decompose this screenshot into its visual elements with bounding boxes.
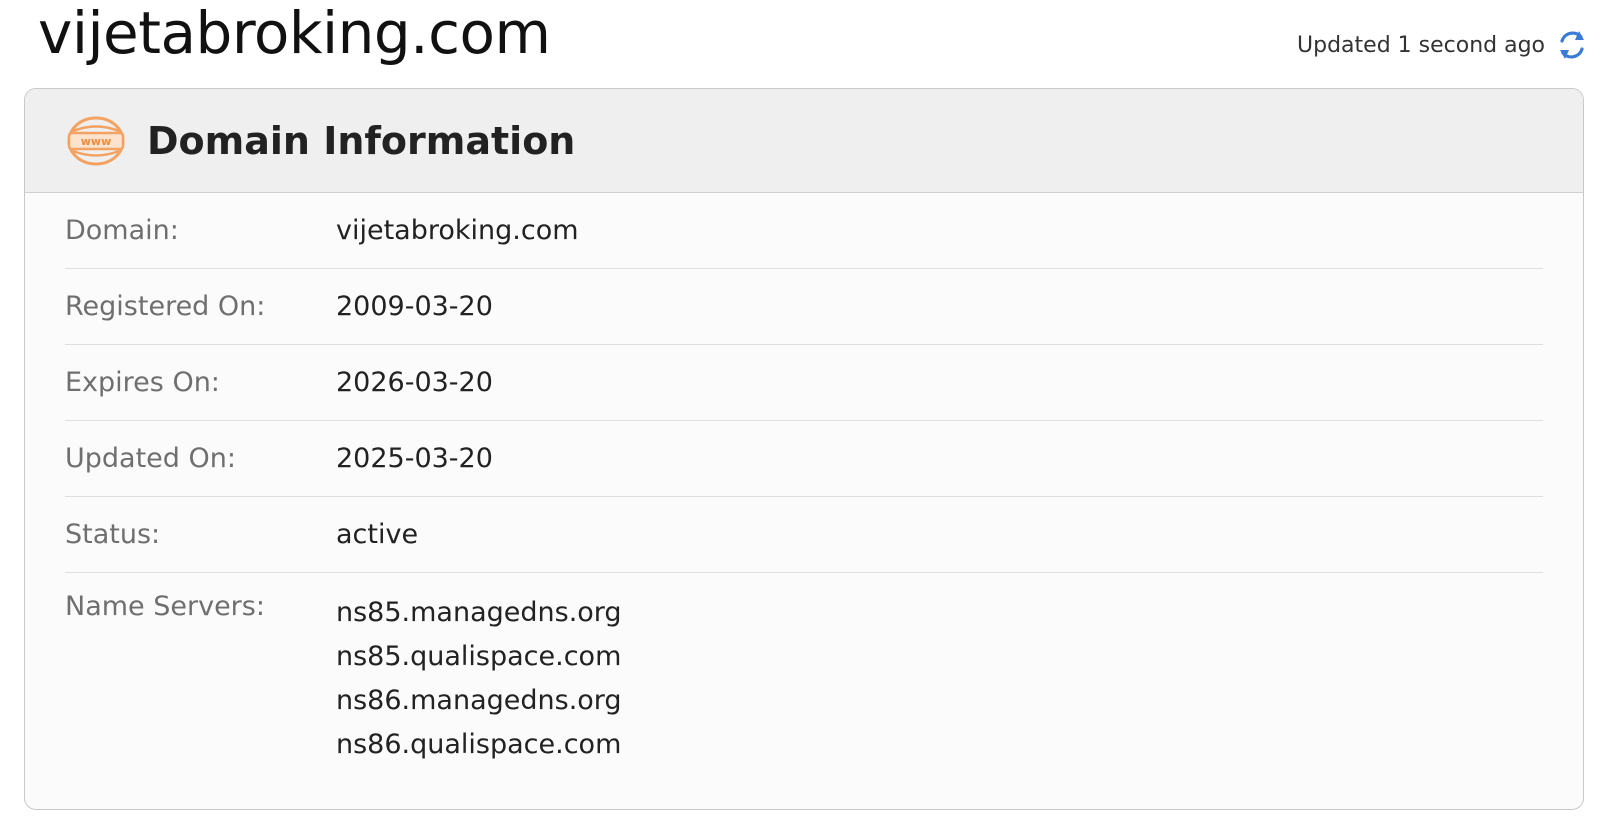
www-icon: www	[65, 114, 127, 168]
card-title: Domain Information	[147, 118, 576, 163]
row-registered-on: Registered On: 2009-03-20	[65, 269, 1543, 345]
updated-status: Updated 1 second ago	[1297, 28, 1589, 62]
name-server-item: ns85.qualispace.com	[336, 641, 622, 672]
row-updated-on: Updated On: 2025-03-20	[65, 421, 1543, 497]
row-status: Status: active	[65, 497, 1543, 573]
name-server-list: ns85.managedns.org ns85.qualispace.com n…	[336, 591, 622, 767]
name-server-item: ns86.qualispace.com	[336, 729, 622, 760]
row-value: 2025-03-20	[336, 443, 493, 474]
name-server-item: ns85.managedns.org	[336, 597, 622, 628]
refresh-icon[interactable]	[1555, 28, 1589, 62]
row-label: Status:	[65, 519, 161, 550]
row-label: Expires On:	[65, 367, 220, 398]
updated-text: Updated 1 second ago	[1297, 32, 1545, 58]
row-label: Updated On:	[65, 443, 236, 474]
domain-info-card: www Domain Information Domain: vijetabro…	[24, 88, 1584, 810]
row-value: 2026-03-20	[336, 367, 493, 398]
row-value: 2009-03-20	[336, 291, 493, 322]
row-label: Registered On:	[65, 291, 266, 322]
name-server-item: ns86.managedns.org	[336, 685, 622, 716]
page-title: vijetabroking.com	[38, 0, 551, 67]
info-rows: Domain: vijetabroking.com Registered On:…	[25, 193, 1583, 767]
row-name-servers: Name Servers: ns85.managedns.org ns85.qu…	[65, 573, 1543, 767]
svg-text:www: www	[81, 135, 112, 148]
row-value: active	[336, 519, 419, 550]
row-expires-on: Expires On: 2026-03-20	[65, 345, 1543, 421]
row-label: Domain:	[65, 215, 179, 246]
card-header: www Domain Information	[25, 89, 1583, 193]
row-value: vijetabroking.com	[336, 215, 579, 246]
row-domain: Domain: vijetabroking.com	[65, 193, 1543, 269]
row-label: Name Servers:	[65, 591, 265, 622]
